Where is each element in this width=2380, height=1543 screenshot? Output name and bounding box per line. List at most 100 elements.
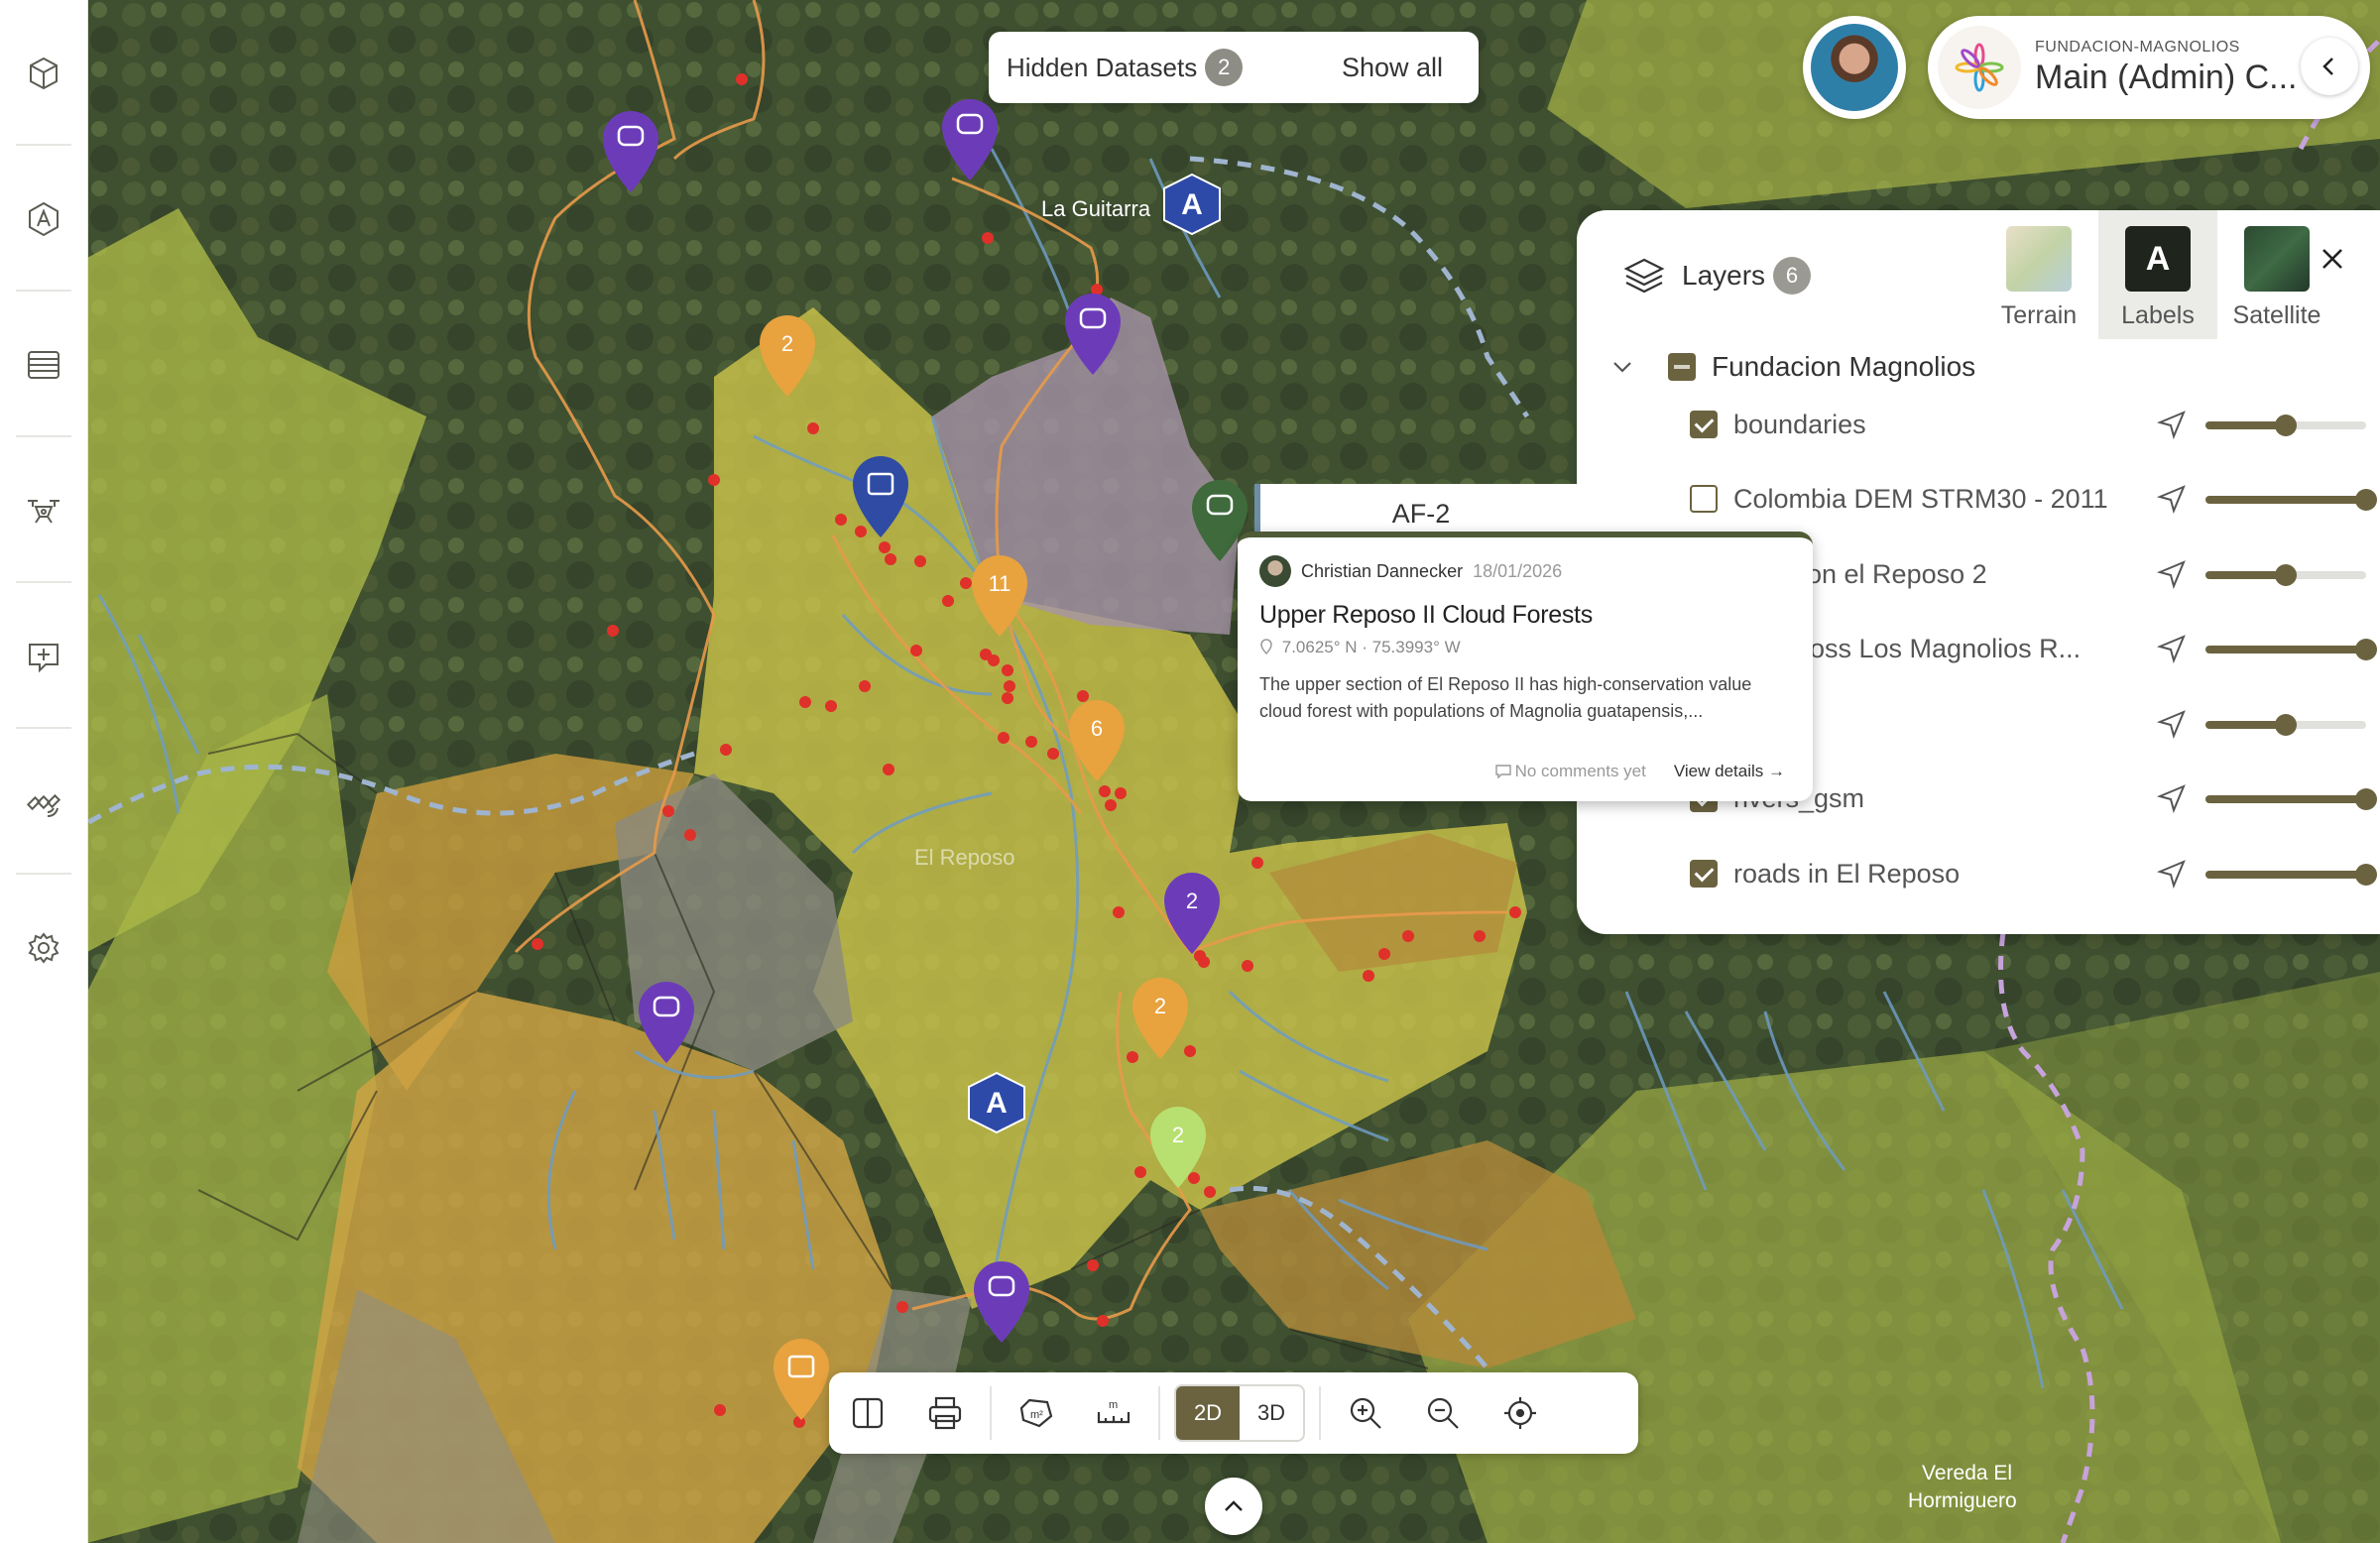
sidebar-item-add-comment[interactable] [0,583,87,729]
compare-button[interactable] [829,1372,906,1454]
opacity-slider-handle[interactable] [2355,639,2377,660]
layer-row[interactable]: roads in El Reposo [1690,854,2377,893]
layer-checkbox[interactable] [1690,860,1718,888]
sidebar-item-satellite[interactable] [0,729,87,875]
zoom-out-button[interactable] [1404,1372,1482,1454]
sidebar-item-layers-list[interactable] [0,292,87,437]
opacity-slider-handle[interactable] [2275,714,2297,736]
layer-label: boundaries [1733,409,1866,439]
popup-coords-text: 7.0625° N · 75.3993° W [1281,638,1461,656]
layer-checkbox[interactable] [1690,411,1718,438]
zoom-in-icon [1350,1397,1381,1429]
layers-count: 6 [1773,257,1812,295]
map-label-vereda-2: Hormiguero [1908,1489,2017,1512]
zoom-to-layer-icon[interactable] [2156,633,2188,664]
expand-panel-button[interactable] [1205,1478,1262,1535]
labels-thumbnail: A [2125,226,2191,292]
view-mode-toggle: 2D 3D [1174,1384,1305,1442]
popup-description: The upper section of El Reposo II has hi… [1259,671,1791,725]
layer-group-label: Fundacion Magnolios [1712,351,1976,382]
layers-header: Layers 6 [1622,254,1812,297]
basemap-terrain-label: Terrain [2000,301,2078,329]
opacity-slider[interactable] [2205,864,2377,886]
sidebar-item-settings[interactable] [0,875,87,1020]
comments-count[interactable]: No comments yet [1494,762,1646,781]
opacity-slider[interactable] [2205,714,2366,736]
map-label-el-reposo: El Reposo [914,845,1015,870]
opacity-slider-handle[interactable] [2355,864,2377,886]
organization-subtitle: FUNDACION-MAGNOLIOS [2035,38,2240,56]
popup-title: Upper Reposo II Cloud Forests [1259,601,1593,629]
split-view-icon [852,1397,884,1429]
close-icon [2322,249,2342,269]
zoom-in-button[interactable] [1327,1372,1404,1454]
feature-tab-label: AF-2 [1391,498,1451,529]
map-label-vereda-1: Vereda El [1922,1462,2012,1484]
measure-area-button[interactable]: m² [998,1372,1075,1454]
chevron-left-icon [2322,58,2333,75]
close-layers-button[interactable] [2319,240,2346,283]
mode-2d-button[interactable]: 2D [1176,1386,1240,1440]
satellite-thumbnail [2244,226,2310,292]
zoom-out-icon [1427,1397,1459,1429]
comment-popup: Christian Dannecker 18/01/2026 Upper Rep… [1238,532,1813,801]
popup-date: 18/01/2026 [1473,560,1563,581]
locate-button[interactable] [1482,1372,1559,1454]
comment-icon [1494,765,1511,779]
poi-marker[interactable]: A [968,1071,1025,1134]
opacity-slider-handle[interactable] [2275,415,2297,436]
svg-text:2: 2 [1172,1123,1184,1147]
terrain-thumbnail [2006,226,2072,292]
opacity-slider[interactable] [2205,489,2377,511]
opacity-slider[interactable] [2205,788,2377,810]
layer-label: roads in El Reposo [1733,858,1961,889]
ruler-icon: m [1097,1399,1130,1424]
zoom-to-layer-icon[interactable] [2156,558,2188,590]
layer-group[interactable]: Fundacion Magnolios [1610,351,1975,383]
map-label-la-guitarra: La Guitarra [1041,196,1151,221]
svg-text:2: 2 [781,331,793,356]
organization-switcher[interactable]: FUNDACION-MAGNOLIOS Main (Admin) C... [1928,16,2370,119]
opacity-slider[interactable] [2205,415,2366,436]
author-avatar [1259,555,1291,587]
view-details-link[interactable]: View details → [1674,762,1785,781]
zoom-to-layer-icon[interactable] [2156,708,2188,740]
poi-marker[interactable]: A [1163,173,1221,236]
zoom-to-layer-icon[interactable] [2156,483,2188,515]
opacity-slider[interactable] [2205,639,2377,660]
measure-distance-button[interactable]: m [1075,1372,1152,1454]
layers-list-icon [28,350,60,379]
opacity-slider[interactable] [2205,564,2366,586]
layer-row[interactable]: boundaries [1690,405,2366,444]
basemap-labels[interactable]: A Labels [2098,210,2217,339]
svg-text:11: 11 [989,571,1012,596]
opacity-slider-handle[interactable] [2275,564,2297,586]
printer-icon [928,1396,962,1430]
show-all-button[interactable]: Show all [1342,53,1443,83]
collapse-button[interactable] [2301,38,2358,95]
layer-label: ross Los Magnolios R... [1801,633,2082,663]
user-avatar[interactable] [1803,16,1906,119]
layer-checkbox[interactable] [1690,485,1718,513]
add-comment-icon [29,643,59,672]
zoom-to-layer-icon[interactable] [2156,409,2188,440]
sidebar-item-drone[interactable] [0,437,87,583]
popup-description-line-2: cloud forest with populations of Magnoli… [1259,701,1704,721]
print-button[interactable] [906,1372,984,1454]
basemap-terrain[interactable]: Terrain [1979,210,2098,339]
basemap-satellite-label: Satellite [2232,301,2321,329]
popup-author: Christian Dannecker [1301,560,1464,581]
toolbar-divider [990,1386,992,1440]
map-toolbar: m² m 2D 3D [829,1372,1638,1454]
group-checkbox[interactable] [1668,353,1696,381]
layers-icon [1623,258,1665,294]
zoom-to-layer-icon[interactable] [2156,782,2188,814]
opacity-slider-handle[interactable] [2355,489,2377,511]
hidden-datasets-bar: Hidden Datasets 2 Show all [989,32,1479,103]
layer-row[interactable]: Colombia DEM STRM30 - 2011 [1690,479,2377,519]
zoom-to-layer-icon[interactable] [2156,858,2188,890]
mode-3d-button[interactable]: 3D [1240,1386,1303,1440]
opacity-slider-handle[interactable] [2355,788,2377,810]
sidebar-item-datasets[interactable] [0,0,87,146]
sidebar-item-annotations[interactable] [0,146,87,292]
